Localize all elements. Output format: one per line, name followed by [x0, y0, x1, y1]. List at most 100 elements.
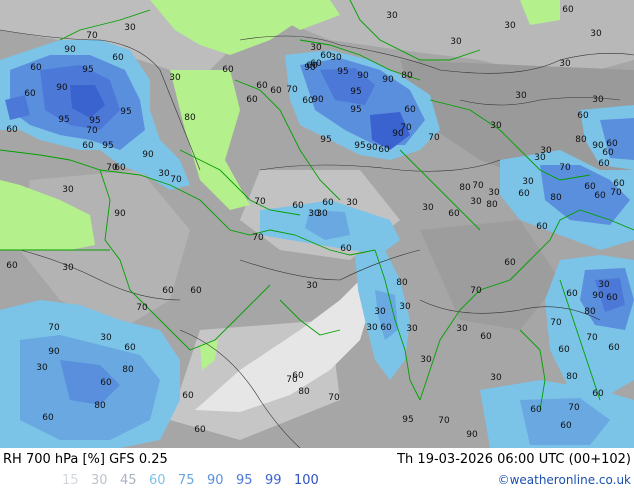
contour-label: 30 — [490, 121, 502, 131]
legend-value: 45 — [120, 473, 137, 488]
contour-label: 80 — [122, 365, 134, 375]
contour-label: 30 — [420, 355, 432, 365]
contour-label: 95 — [320, 135, 331, 145]
contour-label: 60 — [518, 189, 530, 199]
contour-label: 60 — [24, 89, 36, 99]
contour-label: 60 — [613, 179, 625, 189]
contour-label: 70 — [86, 126, 98, 136]
contour-label: 90 — [312, 95, 324, 105]
contour-label: 70 — [86, 31, 98, 41]
contour-label: 95 — [402, 415, 413, 425]
contour-label: 60 — [162, 286, 174, 296]
contour-label: 95 — [89, 116, 100, 126]
contour-label: 70 — [170, 175, 182, 185]
contour-label: 60 — [530, 405, 542, 415]
contour-label: 90 — [64, 45, 76, 55]
contour-label: 30 — [386, 11, 398, 21]
legend-value: 75 — [178, 473, 195, 488]
contour-label: 95 — [337, 67, 348, 77]
contour-label: 30 — [522, 177, 534, 187]
contour-label: 30 — [330, 53, 342, 63]
contour-label: 60 — [100, 378, 112, 388]
contour-label: 70 — [550, 318, 562, 328]
contour-label: 30 — [62, 263, 74, 273]
contour-label: 60 — [560, 421, 572, 431]
contour-label: 30 — [62, 185, 74, 195]
contour-label: 90 — [357, 71, 369, 81]
legend-value: 100 — [294, 473, 319, 488]
legend-value: 90 — [207, 473, 224, 488]
contour-label: 80 — [550, 193, 562, 203]
contour-label: 30 — [450, 37, 462, 47]
contour-label: 70 — [610, 188, 622, 198]
contour-label: 60 — [566, 289, 578, 299]
contour-label: 60 — [190, 286, 202, 296]
contour-label: 70 — [254, 197, 266, 207]
contour-label: 70 — [568, 403, 580, 413]
contour-label: 95 — [102, 141, 113, 151]
contour-label: 30 — [346, 198, 358, 208]
map-title: RH 700 hPa [%] GFS 0.25 — [3, 452, 168, 467]
contour-label: 30 — [488, 188, 500, 198]
credit-link[interactable]: ©weatheronline.co.uk — [498, 473, 631, 487]
color-legend: 15 30 45 60 75 90 95 99 100 — [62, 473, 323, 488]
contour-label: 30 — [306, 281, 318, 291]
contour-label: 60 — [124, 343, 136, 353]
contour-label: 90 — [142, 150, 154, 160]
contour-label: 60 — [404, 105, 416, 115]
contour-label: 70 — [286, 85, 298, 95]
contour-label: 60 — [6, 125, 18, 135]
contour-label: 90 — [304, 63, 316, 73]
contour-label: 95 — [354, 141, 365, 151]
contour-label: 60 — [577, 111, 589, 121]
contour-label: 70 — [136, 303, 148, 313]
contour-label: 60 — [602, 148, 614, 158]
contour-label: 80 — [584, 307, 596, 317]
contour-label: 30 — [456, 324, 468, 334]
contour-label: 30 — [490, 373, 502, 383]
contour-label: 90 — [466, 430, 478, 440]
contour-label: 70 — [472, 181, 484, 191]
contour-label: 80 — [298, 387, 310, 397]
contour-label: 90 — [114, 209, 126, 219]
contour-label: 60 — [42, 413, 54, 423]
contour-label: 80 — [486, 200, 498, 210]
contour-label: 60 — [182, 391, 194, 401]
contour-label: 60 — [584, 182, 596, 192]
contour-label: 70 — [328, 393, 340, 403]
contour-label: 80 — [396, 278, 408, 288]
contour-label: 70 — [48, 323, 60, 333]
contour-label: 95 — [120, 107, 131, 117]
contour-label: 60 — [340, 244, 352, 254]
contour-label: 30 — [504, 21, 516, 31]
contour-label: 30 — [592, 95, 604, 105]
contour-label: 80 — [184, 113, 196, 123]
contour-label: 60 — [608, 343, 620, 353]
contour-label: 60 — [594, 191, 606, 201]
legend-value: 30 — [91, 473, 108, 488]
contour-label: 60 — [558, 345, 570, 355]
contour-label: 80 — [575, 135, 587, 145]
valid-time: Th 19-03-2026 06:00 UTC (00+102) — [397, 452, 631, 467]
contour-label: 90 — [48, 347, 60, 357]
contour-label: 95 — [58, 115, 69, 125]
contour-label: 95 — [82, 65, 93, 75]
legend-value: 15 — [62, 473, 79, 488]
contour-label: 30 — [36, 363, 48, 373]
contour-label: 70 — [470, 286, 482, 296]
contour-label: 80 — [566, 372, 578, 382]
rh-map: 30 60 30 30 30 30 90 70 60 60 95 90 60 30 30 60 95 60 70 60… — [0, 0, 634, 449]
contour-label: 60 — [246, 95, 258, 105]
contour-label: 60 — [222, 65, 234, 75]
contour-label: 30 — [422, 203, 434, 213]
contour-label: 30 — [316, 209, 328, 219]
contour-label: 60 — [270, 86, 282, 96]
contour-label: 30 — [590, 29, 602, 39]
contour-label: 60 — [448, 209, 460, 219]
contour-label: 60 — [30, 63, 42, 73]
contour-label: 60 — [6, 261, 18, 271]
contour-label: 60 — [536, 222, 548, 232]
contour-label: 30 — [169, 73, 181, 83]
contour-label: 70 — [252, 233, 264, 243]
contour-label: 60 — [292, 201, 304, 211]
